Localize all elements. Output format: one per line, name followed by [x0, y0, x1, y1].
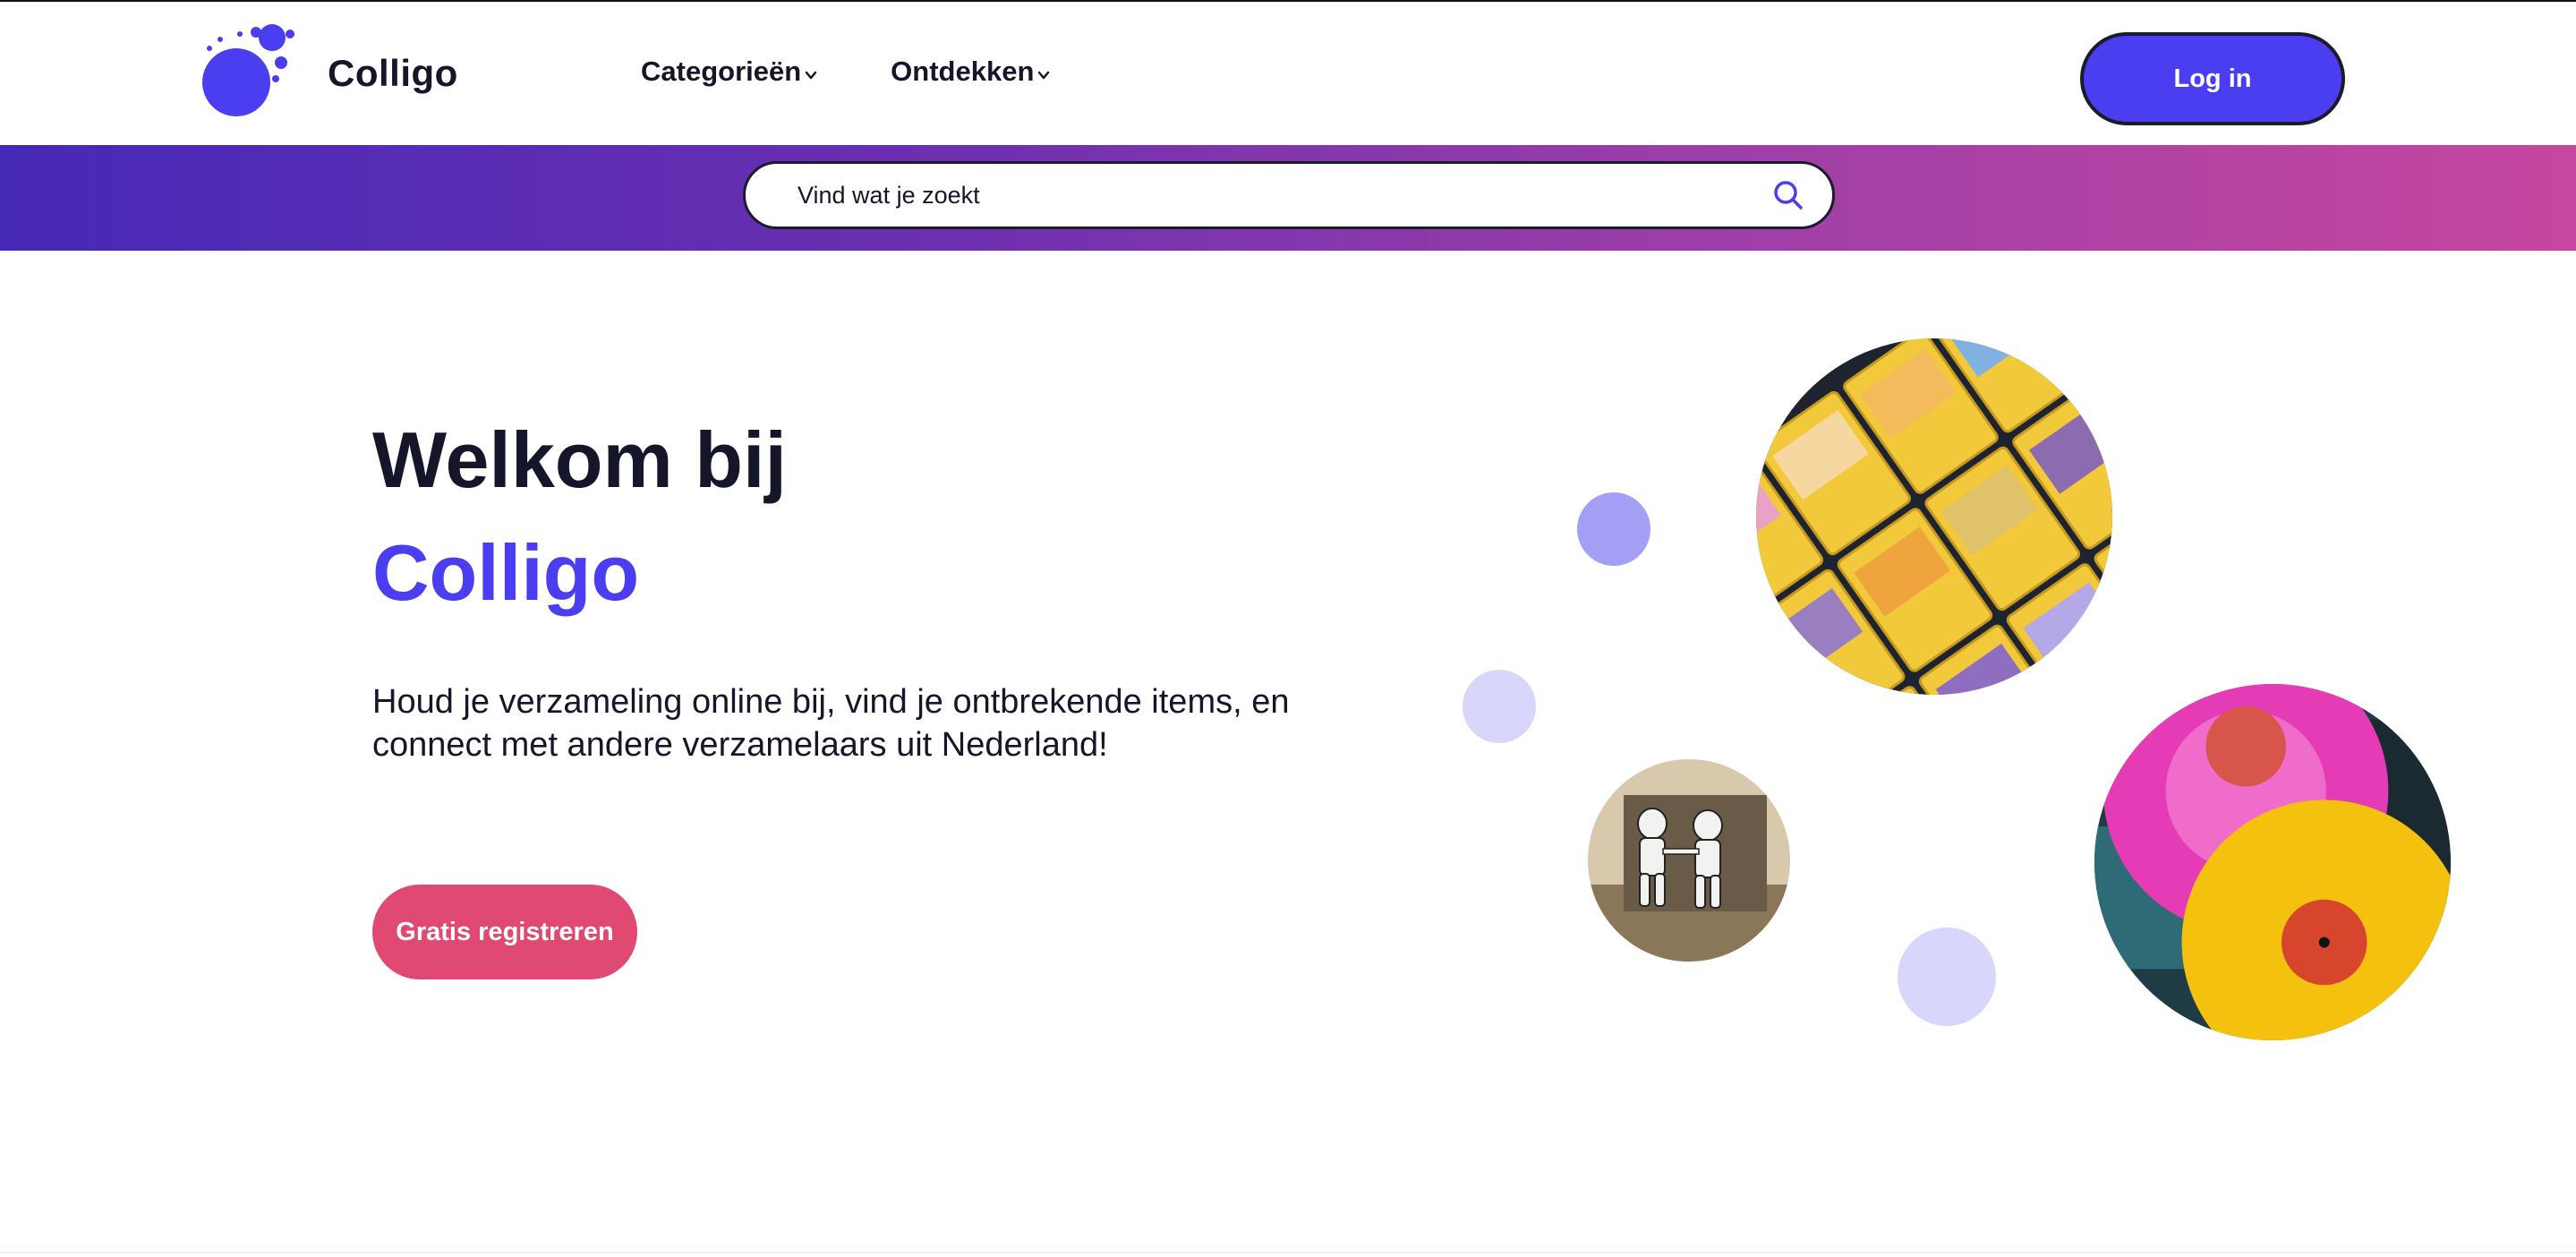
vinyl-records-image	[2094, 684, 2451, 1040]
stormtrooper-figures-image	[1588, 759, 1790, 962]
nav-discover[interactable]: Ontdekken	[891, 56, 1050, 88]
decor-dot	[1577, 492, 1651, 566]
chevron-down-icon	[805, 71, 817, 80]
register-button[interactable]: Gratis registreren	[372, 885, 637, 979]
hero-title-line1: Welkom bij	[372, 415, 787, 504]
search-icon[interactable]	[1771, 178, 1805, 212]
hero-description: Houd je verzameling online bij, vind je …	[372, 683, 1290, 764]
search-input[interactable]: Vind wat je zoekt	[798, 182, 1771, 210]
chevron-down-icon	[1038, 71, 1050, 80]
nav-discover-label: Ontdekken	[891, 56, 1035, 87]
nav-categories-label: Categorieën	[641, 56, 802, 87]
main-nav: Categorieën Ontdekken	[641, 56, 1050, 88]
nav-categories[interactable]: Categorieën	[641, 56, 817, 88]
decor-dot	[1463, 670, 1536, 743]
brand-name: Colligo	[328, 52, 458, 94]
footer-divider	[0, 1252, 2576, 1253]
search-band: Vind wat je zoekt	[0, 145, 2576, 251]
decor-dot	[1898, 928, 1996, 1026]
trading-cards-image	[1756, 338, 2112, 695]
login-button[interactable]: Log in	[2080, 32, 2345, 125]
search-bar[interactable]: Vind wat je zoekt	[743, 161, 1835, 229]
hero-title-brand: Colligo	[372, 528, 640, 617]
colligo-logo-icon	[202, 24, 294, 116]
brand-logo[interactable]: Colligo	[202, 23, 458, 124]
site-header: Colligo Categorieën Ontdekken Log in	[0, 2, 2576, 145]
